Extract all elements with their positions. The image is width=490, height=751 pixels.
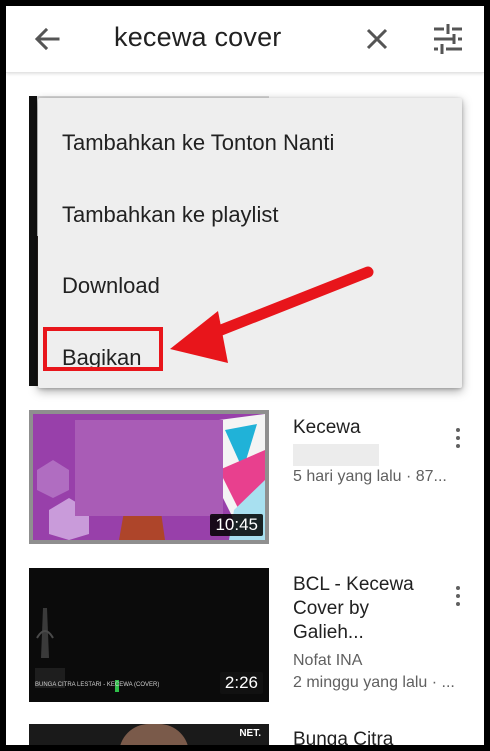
more-vert-icon[interactable] bbox=[452, 586, 464, 612]
channel-name-redacted bbox=[293, 444, 379, 466]
video-thumbnail[interactable]: NET. bbox=[29, 724, 269, 745]
menu-item-add-to-playlist[interactable]: Tambahkan ke playlist bbox=[62, 202, 278, 228]
video-duration: 10:45 bbox=[210, 514, 263, 536]
arrow-back-icon[interactable] bbox=[32, 24, 62, 54]
menu-item-watch-later[interactable]: Tambahkan ke Tonton Nanti bbox=[62, 130, 334, 156]
search-app-bar: kecewa cover bbox=[6, 6, 484, 73]
video-channel: Nofat INA bbox=[293, 652, 363, 669]
close-icon[interactable] bbox=[363, 25, 391, 53]
video-meta: 5 hari yang lalu · 87... bbox=[293, 468, 447, 485]
screen: kecewa cover 10:45 Kecewa 5 hari yang la… bbox=[6, 6, 484, 745]
redacted-overlay bbox=[75, 420, 223, 516]
video-title[interactable]: Bunga Citra bbox=[293, 728, 443, 745]
search-query[interactable]: kecewa cover bbox=[114, 22, 281, 53]
menu-item-download[interactable]: Download bbox=[62, 273, 160, 299]
context-menu: Tambahkan ke Tonton Nanti Tambahkan ke p… bbox=[38, 98, 462, 388]
video-thumbnail[interactable]: 10:45 bbox=[29, 410, 269, 544]
thumbnail-caption: BUNGA CITRA LESTARI - KECEWA (COVER) bbox=[35, 682, 160, 688]
video-meta: 2 minggu yang lalu · ... bbox=[293, 674, 455, 691]
more-vert-icon[interactable] bbox=[452, 428, 464, 454]
highlight-box bbox=[43, 327, 163, 371]
video-thumbnail[interactable]: BUNGA CITRA LESTARI - KECEWA (COVER) 2:2… bbox=[29, 568, 269, 702]
video-title[interactable]: BCL - Kecewa Cover by Galieh... bbox=[293, 573, 443, 645]
video-title[interactable]: Kecewa bbox=[293, 416, 443, 440]
tune-icon[interactable] bbox=[432, 23, 464, 55]
video-duration: 2:26 bbox=[219, 672, 263, 694]
